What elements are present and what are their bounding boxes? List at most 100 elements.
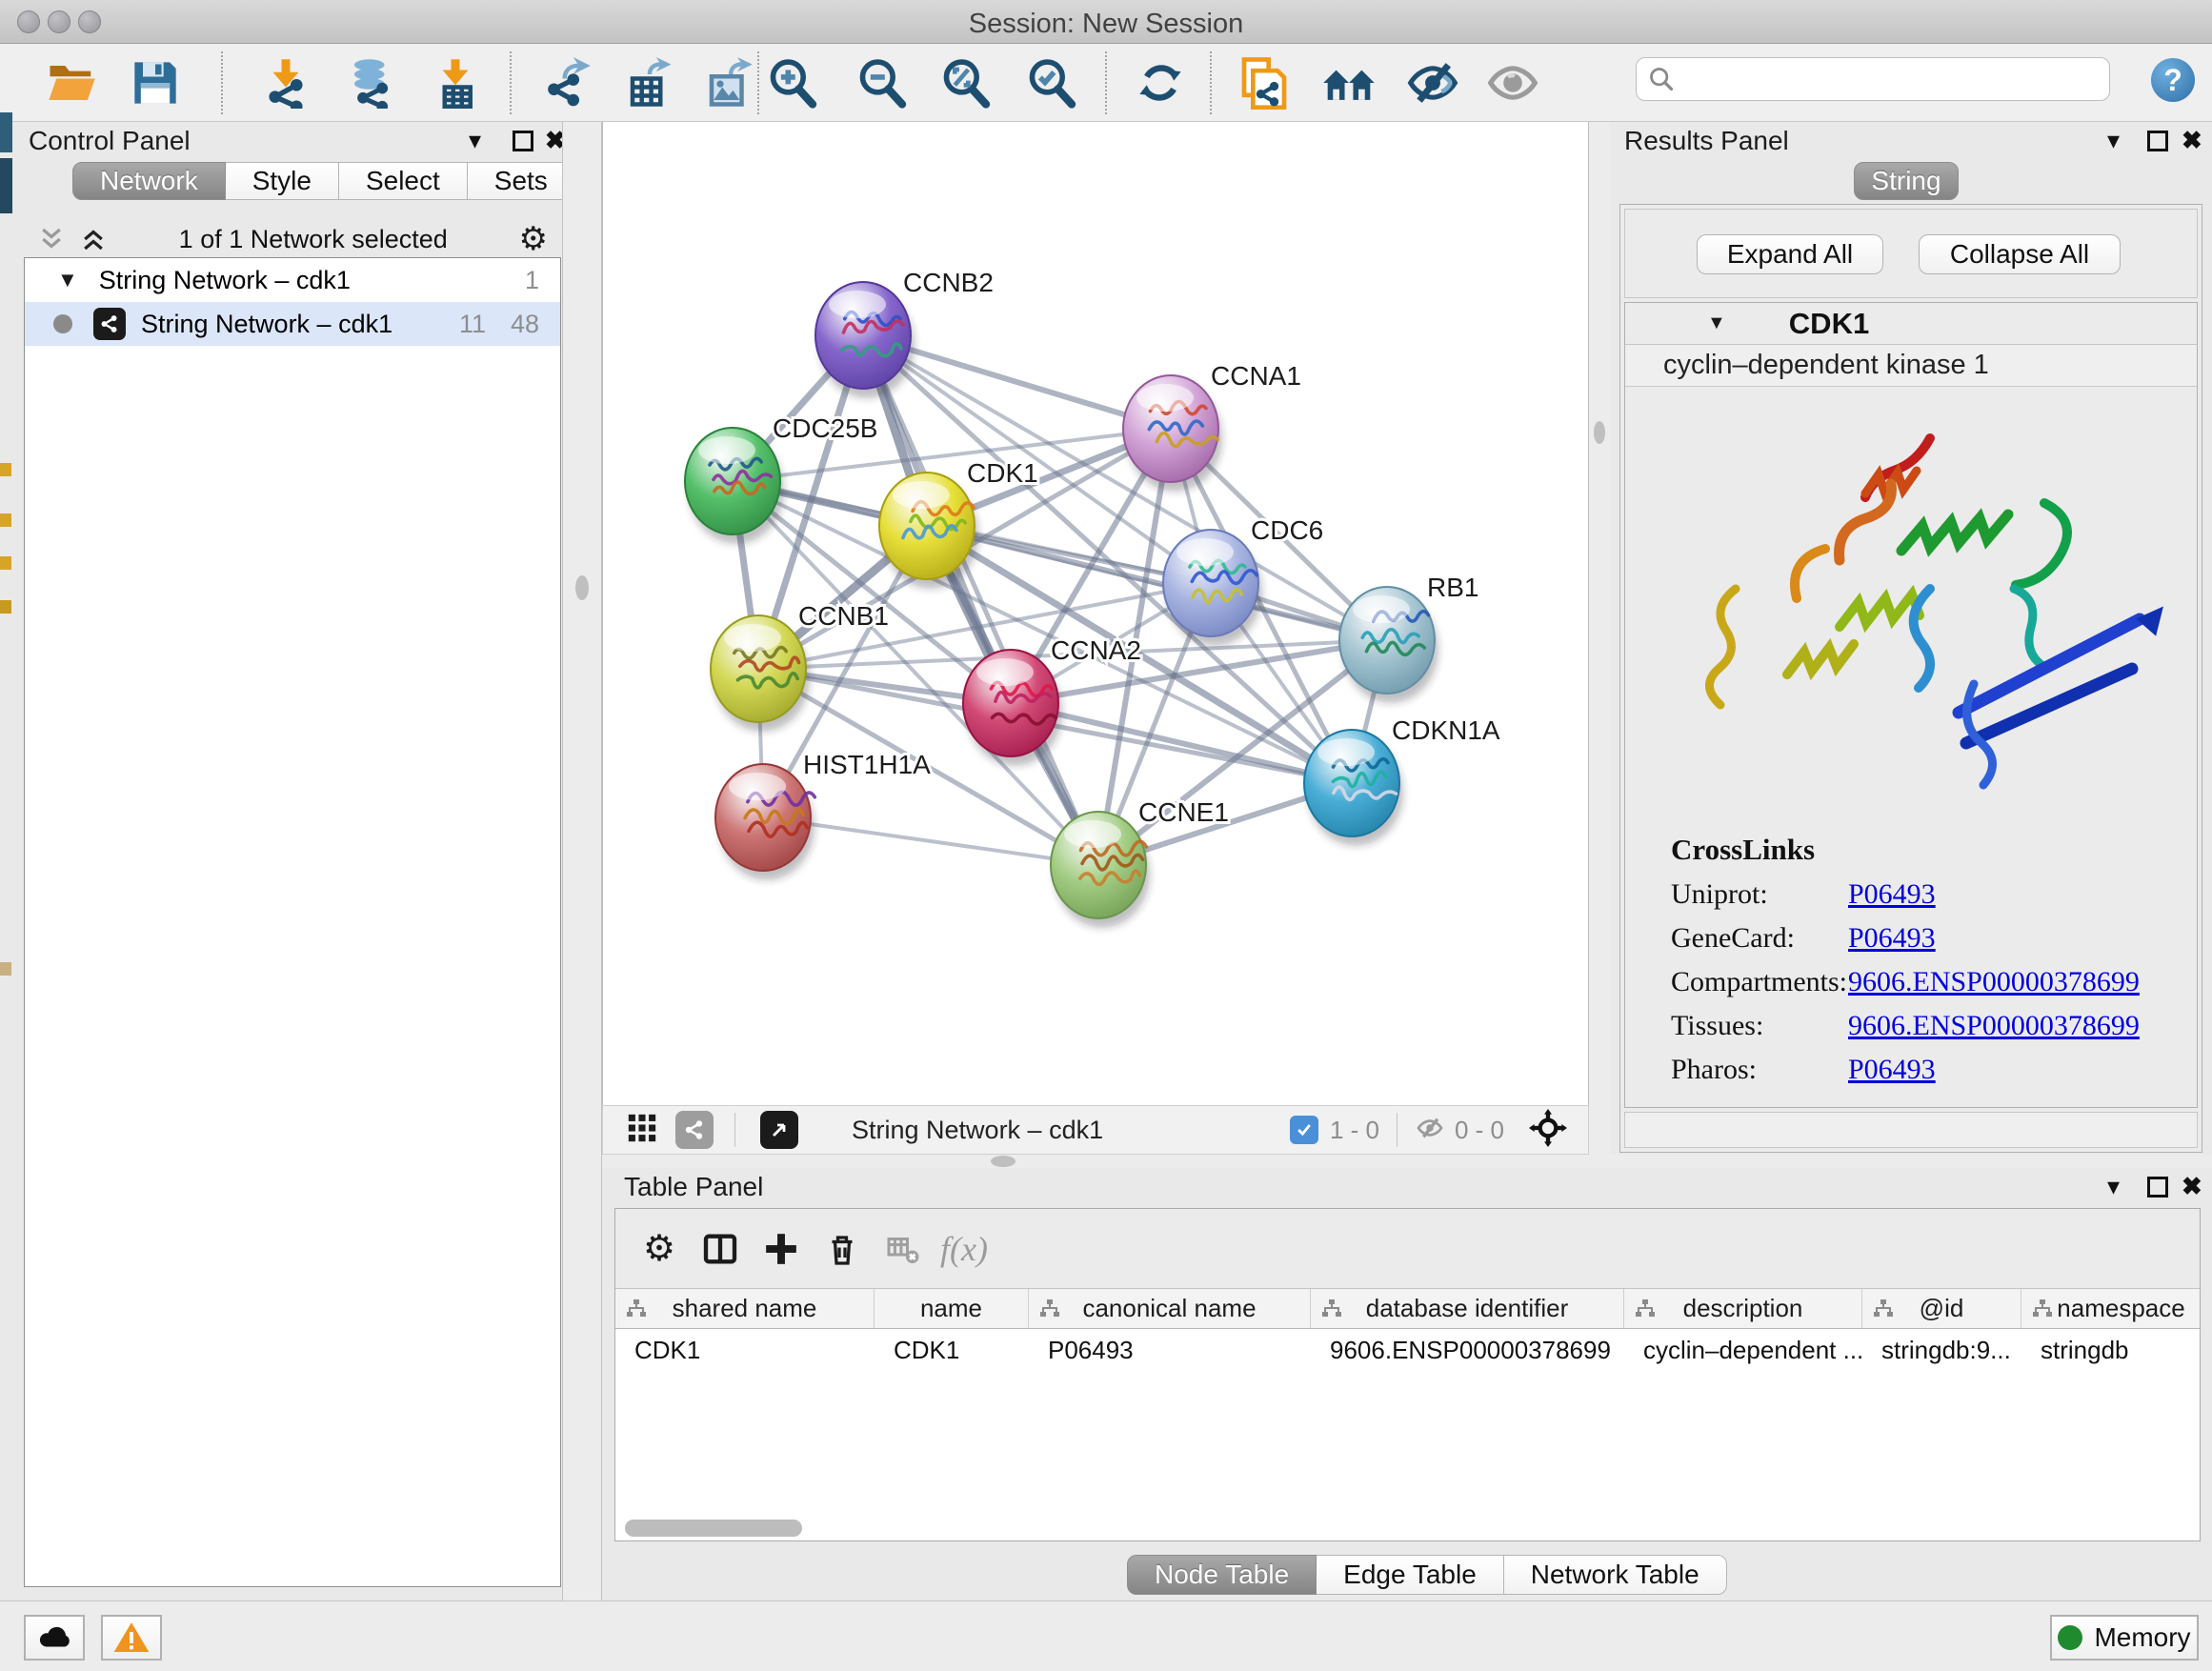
export-network-icon[interactable] [538, 54, 595, 111]
import-network-icon[interactable] [257, 54, 314, 111]
zoom-fit-icon[interactable] [937, 54, 995, 111]
column-header-description[interactable]: description [1624, 1289, 1862, 1328]
protein-section-header[interactable]: ▼ CDK1 [1625, 303, 2197, 345]
expand-all-button[interactable]: Expand All [1697, 234, 1883, 274]
table-panel-float-icon[interactable] [2147, 1177, 2168, 1202]
network-node-CCNA2[interactable]: CCNA2 [963, 635, 1141, 766]
tab-style[interactable]: Style [226, 162, 339, 200]
hide-selected-icon[interactable] [1404, 54, 1461, 111]
zoom-in-icon[interactable] [764, 54, 821, 111]
results-panel-menu-icon[interactable]: ▾ [2107, 126, 2120, 155]
table-cell[interactable]: CDK1 [875, 1329, 1029, 1371]
table-cell[interactable]: CDK1 [615, 1329, 875, 1371]
network-node-CDC25B[interactable]: CDC25B [685, 413, 877, 544]
table-cell[interactable]: stringdb:9... [1862, 1329, 2021, 1371]
tab-select[interactable]: Select [339, 162, 468, 200]
function-builder-icon[interactable]: f(x) [934, 1222, 995, 1276]
network-node-HIST1H1A[interactable]: HIST1H1A [715, 750, 931, 880]
network-node-CCNB1[interactable]: CCNB1 [711, 601, 889, 732]
birds-eye-view-icon[interactable] [1529, 1109, 1567, 1152]
background-window-sliver [0, 158, 12, 213]
crosslink-link[interactable]: P06493 [1848, 922, 1936, 955]
results-panel-close-icon[interactable]: ✖ [2182, 126, 2202, 155]
tab-sets[interactable]: Sets [468, 162, 575, 200]
column-header-name[interactable]: name [875, 1289, 1029, 1328]
selected-checkbox-icon[interactable] [1290, 1116, 1318, 1144]
tab-network[interactable]: Network [72, 162, 226, 200]
network-badge-icon[interactable] [675, 1111, 714, 1149]
table-cell[interactable]: 9606.ENSP00000378699 [1311, 1329, 1624, 1371]
tree-expander-icon[interactable]: ▼ [57, 268, 78, 292]
show-all-icon[interactable] [1484, 54, 1541, 111]
table-panel-menu-icon[interactable]: ▾ [2107, 1172, 2120, 1201]
network-node-CDKN1A[interactable]: CDKN1A [1304, 715, 1500, 846]
network-node-CCNB2[interactable]: CCNB2 [815, 268, 994, 398]
column-header-shared-name[interactable]: shared name [615, 1289, 875, 1328]
vertical-splitter-left[interactable] [562, 122, 602, 1601]
results-panel-float-icon[interactable] [2147, 131, 2168, 156]
delete-column-icon[interactable] [812, 1222, 873, 1276]
network-row-selected[interactable]: String Network – cdk1 11 48 [25, 302, 560, 346]
table-horizontal-scrollbar[interactable] [625, 1520, 802, 1537]
table-tab-node-table[interactable]: Node Table [1127, 1555, 1317, 1595]
column-header-database-identifier[interactable]: database identifier [1311, 1289, 1624, 1328]
detach-view-icon[interactable] [760, 1111, 798, 1149]
crosslink-link[interactable]: 9606.ENSP00000378699 [1848, 1010, 2140, 1042]
edge-count: 48 [511, 310, 539, 339]
results-tab-string[interactable]: String [1854, 162, 1959, 200]
crosslink-row: GeneCard:P06493 [1671, 922, 2197, 955]
network-bullet-icon [53, 314, 72, 333]
crosslink-link[interactable]: P06493 [1848, 878, 1936, 911]
save-session-icon[interactable] [127, 54, 184, 111]
table-tab-network-table[interactable]: Network Table [1504, 1555, 1727, 1595]
network-node-RB1[interactable]: RB1 [1339, 573, 1478, 703]
refresh-icon[interactable] [1132, 54, 1189, 111]
network-options-gear-icon[interactable]: ⚙ [519, 220, 548, 258]
section-collapse-icon[interactable]: ▼ [1707, 312, 1726, 334]
network-canvas[interactable]: CDK1CCNB1CCNB2CCNA1CCNA2CCNE1CDC25BCDC6C… [602, 122, 1589, 1105]
search-field[interactable] [1636, 57, 2110, 101]
table-options-gear-icon[interactable]: ⚙ [629, 1222, 690, 1276]
expand-all-networks-icon[interactable] [79, 225, 108, 253]
import-table-icon[interactable] [427, 54, 484, 111]
vertical-splitter-right[interactable] [1589, 122, 1610, 1155]
first-neighbors-icon[interactable] [1320, 54, 1377, 111]
network-collection-row[interactable]: ▼ String Network – cdk1 1 [25, 258, 560, 302]
collapse-all-networks-icon[interactable] [37, 225, 66, 253]
table-panel-close-icon[interactable]: ✖ [2182, 1172, 2202, 1201]
delete-table-icon[interactable] [873, 1222, 934, 1276]
show-columns-icon[interactable] [690, 1222, 751, 1276]
collapse-all-button[interactable]: Collapse All [1919, 234, 2121, 274]
table-cell[interactable]: P06493 [1029, 1329, 1311, 1371]
help-button[interactable]: ? [2151, 58, 2195, 102]
warning-status-button[interactable] [101, 1615, 162, 1661]
network-node-CCNE1[interactable]: CCNE1 [1051, 797, 1229, 928]
string-network-graph[interactable]: CDK1CCNB1CCNB2CCNA1CCNA2CCNE1CDC25BCDC6C… [603, 122, 1588, 1105]
zoom-out-icon[interactable] [854, 54, 911, 111]
crosslink-link[interactable]: P06493 [1848, 1054, 1936, 1086]
network-node-CDC6[interactable]: CDC6 [1163, 515, 1323, 646]
open-session-icon[interactable] [43, 54, 100, 111]
add-column-icon[interactable] [751, 1222, 812, 1276]
search-input[interactable] [1684, 65, 2098, 94]
network-node-CDK1[interactable]: CDK1 [879, 458, 1038, 589]
import-network-from-database-icon[interactable] [343, 54, 400, 111]
column-header-@id[interactable]: @id [1862, 1289, 2021, 1328]
table-row[interactable]: CDK1CDK1P064939606.ENSP00000378699cyclin… [615, 1329, 2200, 1371]
clone-network-icon[interactable] [1236, 54, 1293, 111]
control-panel-float-icon[interactable] [513, 131, 533, 156]
table-cell[interactable]: stringdb [2021, 1329, 2212, 1371]
cloud-status-button[interactable] [24, 1615, 85, 1661]
grid-view-icon[interactable] [626, 1112, 658, 1149]
column-header-namespace[interactable]: namespace [2021, 1289, 2212, 1328]
table-cell[interactable]: cyclin–dependent ... [1624, 1329, 1862, 1371]
control-panel-menu-icon[interactable]: ▾ [469, 126, 481, 155]
zoom-selected-icon[interactable] [1023, 54, 1080, 111]
crosslink-link[interactable]: 9606.ENSP00000378699 [1848, 966, 2140, 998]
memory-button[interactable]: Memory [2050, 1615, 2199, 1661]
export-table-icon[interactable] [621, 54, 678, 111]
table-tab-edge-table[interactable]: Edge Table [1317, 1555, 1504, 1595]
horizontal-splitter[interactable] [602, 1155, 2212, 1168]
export-image-icon[interactable] [700, 54, 757, 111]
column-header-canonical-name[interactable]: canonical name [1029, 1289, 1311, 1328]
